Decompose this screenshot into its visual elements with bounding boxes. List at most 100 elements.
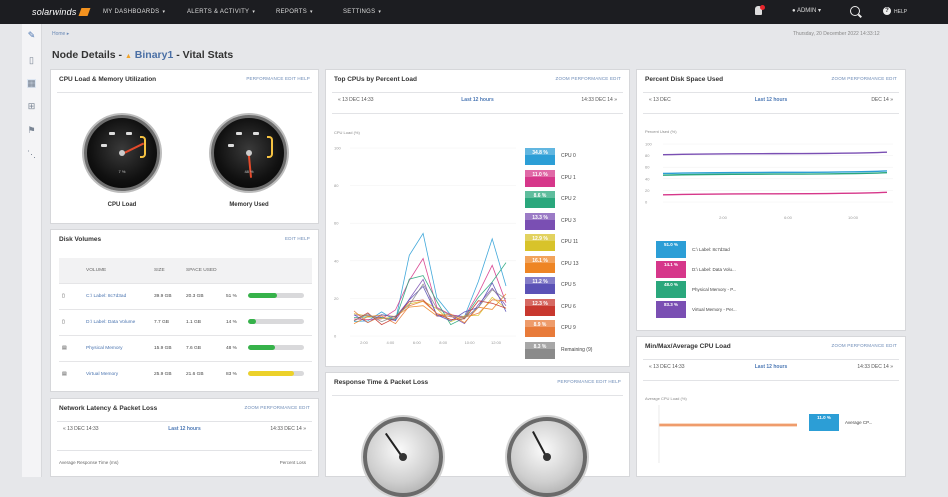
table-row[interactable]: ▯ C:\ Label: 8c7d3ad 39.9 GB 20.3 GB 51 …	[59, 282, 312, 309]
time-forward-button[interactable]: 14:33 DEC 14 »	[270, 426, 306, 432]
y-axis-label: Average CPU Load (%)	[645, 396, 687, 401]
percent-loss-axis-label: Percent Loss	[279, 460, 306, 465]
divider	[332, 92, 623, 93]
x-tick-label: 6:00	[413, 340, 422, 345]
x-tick-label: 10:00	[848, 215, 859, 220]
usage-cell	[245, 360, 312, 387]
device-icon[interactable]: ▯	[27, 56, 36, 65]
legend-item[interactable]: 14.1 % D:\ Label: Data Volu...	[656, 261, 776, 278]
nav-settings[interactable]: SETTINGS ▾	[343, 9, 381, 15]
legend-label: Remaining (9)	[561, 346, 593, 353]
column-header	[245, 258, 312, 283]
widget-links[interactable]: ZOOM PERFORMANCE EDIT	[556, 76, 621, 81]
time-forward-button[interactable]: 14:33 DEC 14 »	[581, 97, 617, 103]
user-menu[interactable]: ● ADMIN ▾	[792, 7, 821, 14]
legend-label: CPU 13	[561, 260, 579, 267]
legend-label: Average CP...	[845, 420, 873, 425]
volume-name-link[interactable]: Physical Memory	[83, 334, 151, 361]
help-link[interactable]: HELP	[894, 9, 907, 15]
gauge-tick	[228, 144, 234, 147]
legend-label: CPU 11	[561, 239, 579, 245]
widget-links[interactable]: PERFORMANCE EDIT HELP	[557, 379, 621, 384]
legend-item[interactable]: 11.0 % CPU 1	[524, 168, 625, 187]
nav-reports[interactable]: REPORTS ▾	[276, 9, 313, 15]
gauge-tick	[126, 132, 132, 135]
legend-item[interactable]: 34.8 % CPU 0	[524, 147, 625, 165]
widget-links[interactable]: ZOOM PERFORMANCE EDIT	[245, 405, 310, 410]
y-tick-label: 60	[334, 221, 339, 226]
usage-bar	[248, 345, 304, 351]
search-icon[interactable]	[850, 6, 860, 16]
x-tick-label: 4:00	[387, 340, 396, 345]
gauge-tick	[253, 132, 259, 135]
legend-item[interactable]: 12.9 % CPU 11	[524, 233, 625, 251]
volume-percent: 14 %	[223, 308, 245, 335]
min-max-cpu-chart	[658, 405, 797, 463]
help-icon[interactable]: ?	[883, 7, 891, 15]
usage-bar-fill	[248, 293, 277, 299]
title-suffix: - Vital Stats	[176, 49, 234, 61]
legend-item[interactable]: 8.6 % CPU 2	[524, 190, 625, 208]
volume-name-link[interactable]: Virtual Memory	[83, 360, 151, 387]
nav-alerts-activity[interactable]: ALERTS & ACTIVITY ▾	[187, 9, 255, 15]
cpu-series-line	[353, 283, 507, 323]
widget-title: Disk Volumes	[59, 236, 102, 243]
widget-links[interactable]: ZOOM PERFORMANCE EDIT	[832, 343, 897, 348]
time-range-selector[interactable]: Last 12 hours	[645, 97, 897, 103]
volume-name-link[interactable]: D:\ Label: Data Volume	[83, 308, 151, 335]
grid-icon[interactable]: ⊞	[27, 102, 36, 111]
gauge-warning-arc	[267, 136, 273, 159]
user-icon: ●	[792, 8, 796, 14]
legend-item[interactable]: 48.0 % Physical Memory - P...	[656, 281, 776, 298]
column-header: SIZE	[151, 258, 183, 283]
x-tick-label: 12:00	[491, 340, 502, 345]
flag-icon[interactable]: ⚑	[27, 126, 36, 135]
volume-name-link[interactable]: C:\ Label: 8c7d3ad	[83, 282, 151, 309]
volume-used: 21.6 GB	[183, 360, 223, 387]
chart-icon[interactable]: ⋱	[27, 150, 36, 159]
edit-icon[interactable]: ✎	[27, 31, 36, 40]
solarwinds-logo[interactable]: solarwinds	[32, 7, 90, 17]
y-tick-label: 40	[334, 258, 339, 263]
divider	[57, 421, 312, 422]
legend-item[interactable]: 83.3 % Virtual Memory - Per...	[656, 301, 776, 318]
time-range-selector[interactable]: Last 12 hours	[334, 97, 621, 103]
legend-item[interactable]: 13.3 % CPU 3	[524, 211, 625, 230]
legend-item[interactable]: 11.0 % Average CP...	[809, 414, 929, 431]
min-max-cpu-widget: Min/Max/Average CPU Load ZOOM PERFORMANC…	[636, 336, 906, 477]
legend-value: 13.3 %	[524, 211, 555, 230]
y-axis-label: CPU Load (%)	[334, 130, 360, 135]
widget-links[interactable]: EDIT HELP	[285, 236, 310, 241]
usage-bar-fill	[248, 371, 295, 377]
disk-space-chart: 100 80 60 40 20 0 2:00 6:00 10:00	[645, 142, 893, 220]
dashboard-icon[interactable]: ▦	[27, 79, 36, 88]
divider	[332, 113, 623, 114]
table-row[interactable]: ▤ Virtual Memory 25.9 GB 21.6 GB 83 %	[59, 360, 312, 387]
legend-item[interactable]: 16.1 % CPU 13	[524, 254, 625, 273]
volume-size: 39.9 GB	[151, 282, 183, 309]
gauge-tick	[109, 132, 115, 135]
widget-links[interactable]: ZOOM PERFORMANCE EDIT	[832, 76, 897, 81]
legend-label: D:\ Label: Data Volu...	[692, 267, 736, 272]
legend-item[interactable]: 51.0 % C:\ Label: 8c7d3ad	[656, 241, 776, 258]
volume-icon: ▤	[59, 334, 83, 361]
volume-icon: ▯	[59, 282, 83, 309]
network-latency-widget: Network Latency & Packet Loss ZOOM PERFO…	[50, 398, 319, 477]
breadcrumb-home[interactable]: Home	[52, 31, 65, 37]
breadcrumb[interactable]: Home ▸	[52, 31, 69, 37]
widget-links[interactable]: PERFORMANCE EDIT HELP	[246, 76, 310, 81]
nav-my-dashboards[interactable]: MY DASHBOARDS ▾	[103, 9, 165, 15]
legend-item[interactable]: 8.9 % CPU 9	[524, 319, 625, 337]
legend-value: 12.9 %	[524, 233, 555, 251]
table-row[interactable]: ▯ D:\ Label: Data Volume 7.7 GB 1.1 GB 1…	[59, 308, 312, 335]
time-forward-button[interactable]: DEC 14 »	[871, 97, 893, 103]
table-row[interactable]: ▤ Physical Memory 15.9 GB 7.6 GB 48 %	[59, 334, 312, 361]
time-range-bar: « 13 DEC 14:33 Last 12 hours 14:33 DEC 1…	[645, 364, 897, 377]
column-header	[223, 258, 245, 283]
node-name-link[interactable]: Binary1	[135, 49, 174, 61]
volume-size: 7.7 GB	[151, 308, 183, 335]
legend-item[interactable]: 11.2 % CPU 5	[524, 276, 625, 294]
time-forward-button[interactable]: 14:33 DEC 14 »	[857, 364, 893, 370]
legend-item[interactable]: 12.3 % CPU 6	[524, 297, 625, 316]
legend-item[interactable]: 8.3 % Remaining (9)	[524, 340, 625, 359]
